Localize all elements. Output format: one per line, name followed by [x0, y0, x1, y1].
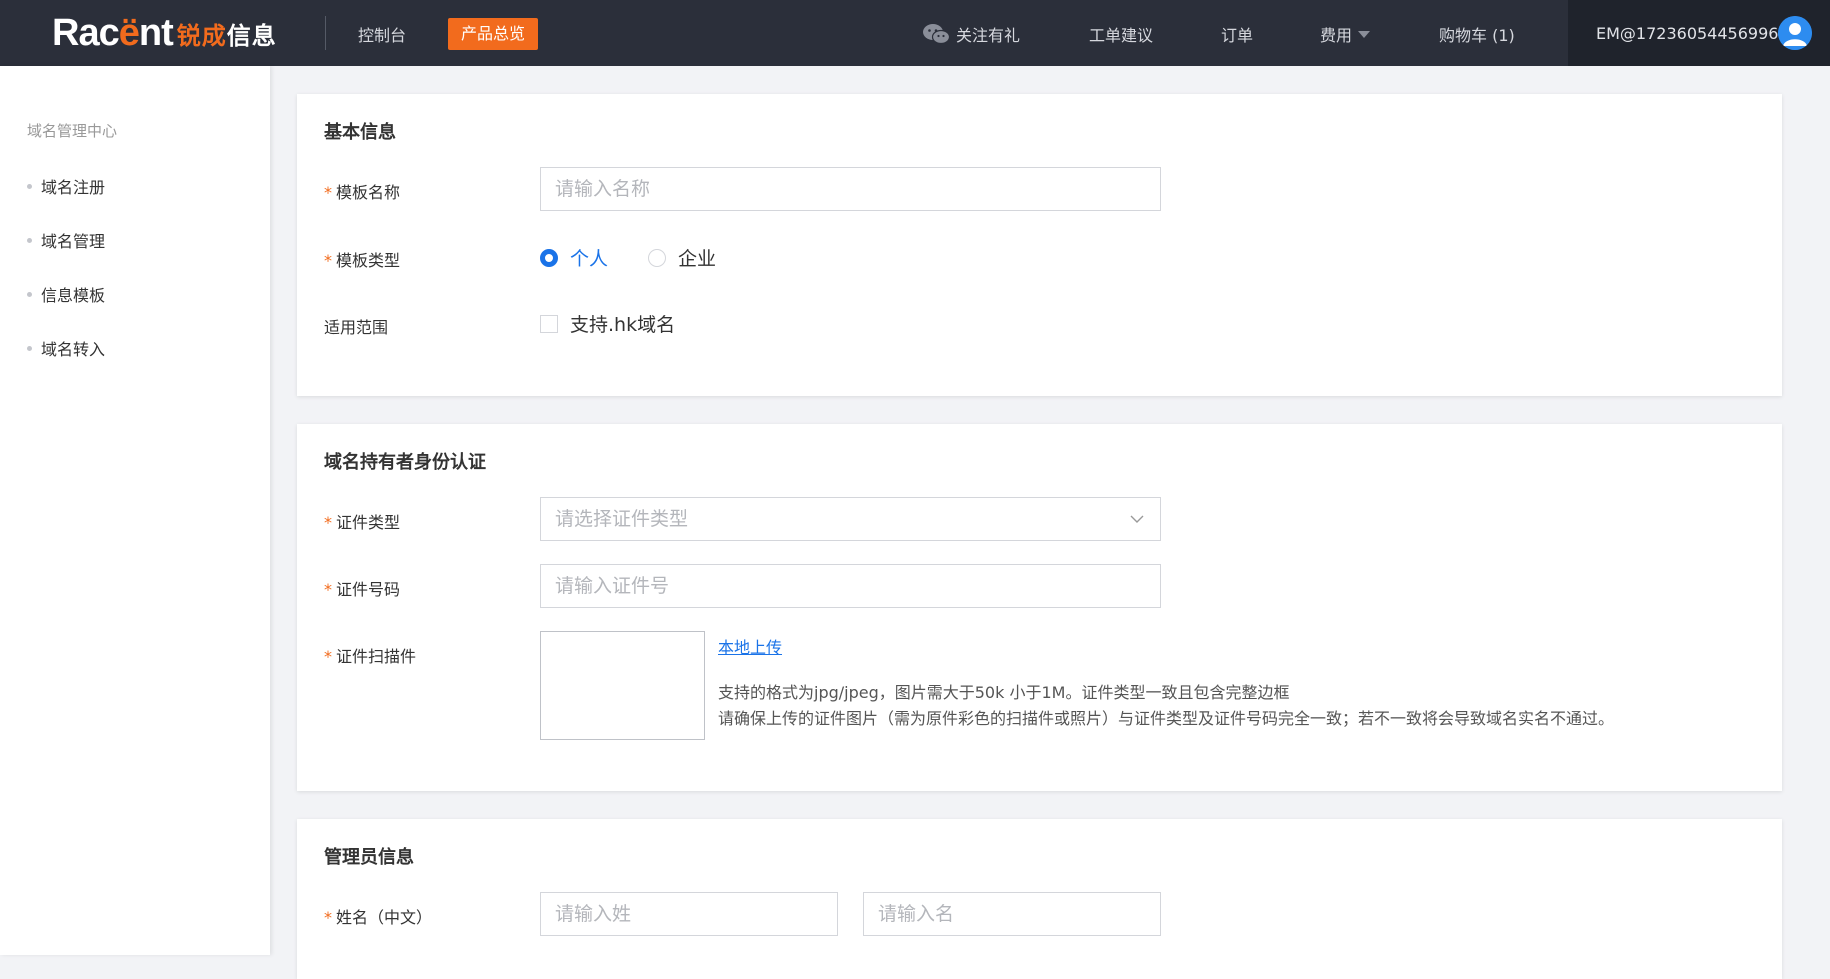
cert-scan-label: * 证件扫描件: [324, 647, 417, 666]
cert-type-placeholder: 请选择证件类型: [555, 508, 689, 530]
admin-info-title: 管理员信息: [324, 847, 414, 868]
radio-personal-label: 个人: [570, 248, 609, 270]
sidebar-item-label: 域名管理: [41, 232, 106, 251]
sidebar-item-domain-register[interactable]: 域名注册: [27, 174, 105, 198]
cert-type-label: * 证件类型: [324, 513, 401, 532]
bullet-icon: [27, 291, 32, 297]
racent-logo[interactable]: Racënt 锐成信息: [52, 12, 277, 54]
user-account-menu[interactable]: EM@17236054456996: [1568, 0, 1830, 66]
follow-label: 关注有礼: [956, 26, 1021, 45]
required-mark: *: [324, 647, 332, 666]
sidebar-item-label: 域名注册: [41, 178, 106, 197]
sidebar-item-label: 域名转入: [41, 340, 106, 359]
template-name-input[interactable]: [540, 167, 1161, 211]
required-mark: *: [324, 251, 332, 270]
first-name-input[interactable]: [863, 892, 1161, 936]
topbar-divider: [325, 16, 326, 50]
sidebar-title: 域名管理中心: [27, 122, 118, 140]
upload-format-note: 支持的格式为jpg/jpeg，图片需大于50k 小于1M。证件类型一致且包含完整…: [718, 683, 1290, 702]
nav-products-button[interactable]: 产品总览: [448, 18, 539, 50]
avatar-icon: [1778, 16, 1812, 50]
hk-domain-checkbox[interactable]: 支持.hk域名: [540, 310, 675, 337]
basic-info-card: 基本信息 *模板名称 *模板类型 个人 企业 适用范围 支持.hk域名: [297, 94, 1782, 396]
required-mark: *: [324, 183, 332, 202]
nav-console-link[interactable]: 控制台: [358, 22, 406, 46]
bullet-icon: [27, 345, 32, 351]
wechat-icon: [923, 24, 950, 45]
user-account-label: EM@17236054456996: [1596, 23, 1779, 43]
local-upload-link[interactable]: 本地上传: [718, 634, 782, 658]
scope-label: 适用范围: [324, 318, 389, 337]
follow-link[interactable]: 关注有礼: [922, 22, 1020, 46]
top-navigation-bar: Racënt 锐成信息 控制台 产品总览 关注有礼 工单建议 订单 费用 购物车…: [0, 0, 1830, 66]
required-mark: *: [324, 908, 332, 927]
basic-info-title: 基本信息: [324, 122, 396, 143]
cert-type-select[interactable]: 请选择证件类型: [540, 497, 1161, 541]
bullet-icon: [27, 237, 32, 243]
cert-number-input[interactable]: [540, 564, 1161, 608]
cert-number-label: * 证件号码: [324, 580, 401, 599]
radio-enterprise-label: 企业: [678, 248, 717, 270]
upload-consistency-note: 请确保上传的证件图片（需为原件彩色的扫描件或照片）与证件类型及证件号码完全一致；…: [718, 709, 1615, 728]
radio-checked-icon: [540, 248, 558, 267]
sidebar-item-domain-manage[interactable]: 域名管理: [27, 228, 105, 252]
last-name-input[interactable]: [540, 892, 838, 936]
name-cn-label: * 姓名（中文）: [324, 908, 433, 927]
radio-personal[interactable]: 个人: [540, 244, 608, 271]
fees-menu[interactable]: 费用: [1320, 22, 1371, 46]
radio-enterprise[interactable]: 企业: [648, 244, 716, 271]
sidebar-item-domain-transfer[interactable]: 域名转入: [27, 336, 105, 360]
sidebar: 域名管理中心 域名注册 域名管理 信息模板 域名转入: [0, 66, 270, 955]
template-type-radio-group: 个人 企业: [540, 244, 756, 271]
caret-down-icon: [1358, 30, 1371, 38]
chevron-down-icon: [1130, 515, 1144, 523]
admin-info-card: 管理员信息 * 姓名（中文）: [297, 819, 1782, 979]
sidebar-item-info-template[interactable]: 信息模板: [27, 282, 105, 306]
template-name-label: * 模板名称: [324, 183, 401, 202]
required-mark: *: [324, 513, 332, 532]
identity-title: 域名持有者身份认证: [324, 452, 486, 473]
template-type-label: * 模板类型: [324, 251, 401, 270]
orders-link[interactable]: 订单: [1221, 22, 1253, 46]
cert-scan-preview[interactable]: [540, 631, 705, 740]
fees-label: 费用: [1320, 26, 1353, 45]
hk-domain-checkbox-label: 支持.hk域名: [570, 314, 676, 336]
required-mark: *: [324, 580, 332, 599]
ticket-link[interactable]: 工单建议: [1089, 22, 1153, 46]
bullet-icon: [27, 183, 32, 189]
checkbox-unchecked-icon: [540, 314, 558, 333]
cart-link[interactable]: 购物车 (1): [1439, 22, 1515, 46]
identity-card: 域名持有者身份认证 *证件类型 请选择证件类型 *证件号码 *证件扫描件 本地上…: [297, 424, 1782, 791]
sidebar-item-label: 信息模板: [41, 286, 106, 305]
radio-unchecked-icon: [648, 248, 667, 267]
